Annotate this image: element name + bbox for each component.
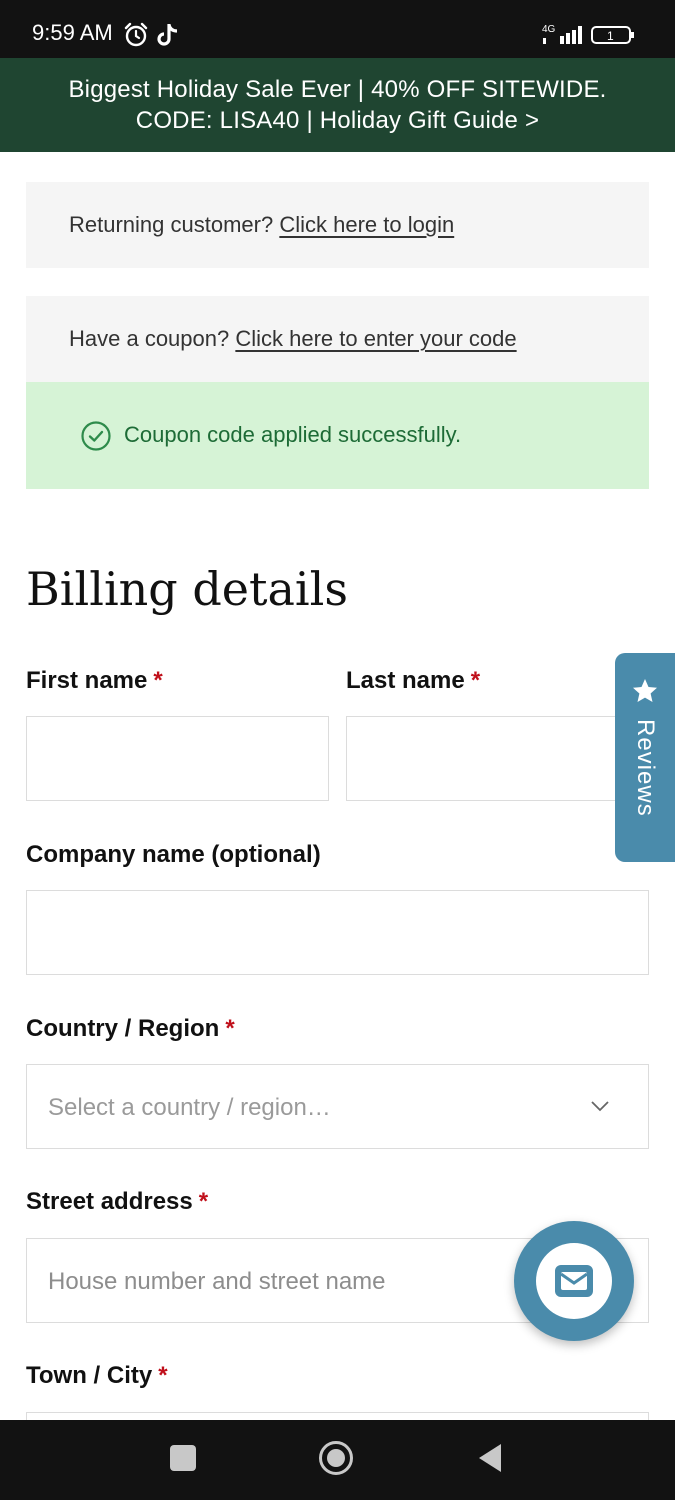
coupon-success-message: Coupon code applied successfully. [26,382,649,489]
tiktok-icon [157,24,178,46]
status-bar: 9:59 AM 4G 1 [0,0,675,58]
reviews-tab[interactable]: Reviews [615,653,675,862]
country-region-label-text: Country / Region [26,1015,220,1042]
coupon-text: Have a coupon? [69,326,230,351]
returning-customer-notice: Returning customer? Click here to login [26,182,649,268]
required-marker: * [225,1015,235,1042]
first-name-input[interactable] [26,716,329,801]
promo-banner[interactable]: Biggest Holiday Sale Ever | 40% OFF SITE… [0,58,675,152]
country-region-label: Country / Region * [26,1015,235,1043]
network-label: 4G [542,24,556,35]
country-placeholder: Select a country / region… [48,1094,331,1121]
battery-icon: 1 [591,26,634,44]
contact-chat-button[interactable] [514,1221,634,1341]
promo-line-2[interactable]: CODE: LISA40 | Holiday Gift Guide > [0,105,675,136]
first-name-label: First name * [26,667,163,695]
company-name-label: Company name (optional) [26,841,321,869]
required-marker: * [153,667,163,694]
envelope-icon [555,1265,593,1297]
billing-details-heading: Billing details [26,562,348,616]
reviews-label: Reviews [632,719,659,817]
town-city-label-text: Town / City [26,1362,153,1389]
alarm-icon [124,22,148,47]
promo-line-1: Biggest Holiday Sale Ever | 40% OFF SITE… [68,76,607,103]
recent-apps-icon[interactable] [170,1445,196,1471]
star-icon [633,679,657,702]
street-address-label: Street address * [26,1188,208,1216]
last-name-label-text: Last name [346,667,465,694]
coupon-notice: Have a coupon? Click here to enter your … [26,296,649,382]
street-placeholder: House number and street name [48,1268,386,1295]
town-city-label: Town / City * [26,1362,168,1390]
company-name-label-text: Company name (optional) [26,841,321,868]
first-name-label-text: First name [26,667,148,694]
home-icon[interactable] [317,1439,355,1477]
required-marker: * [198,1188,209,1215]
enter-coupon-link[interactable]: Click here to enter your code [235,326,516,351]
system-navigation-bar [0,1420,675,1500]
country-region-select[interactable]: Select a country / region… [26,1064,649,1149]
chat-button-inner [536,1243,612,1319]
chevron-down-icon [591,1101,609,1112]
status-time: 9:59 AM [32,20,113,45]
required-marker: * [158,1362,168,1389]
check-circle-icon [81,421,111,451]
last-name-label: Last name * [346,667,480,695]
signal-icon: 4G [542,24,582,44]
battery-level: 1 [607,29,614,43]
street-address-label-text: Street address [26,1188,193,1215]
last-name-input[interactable] [346,716,649,801]
required-marker: * [470,667,481,694]
returning-customer-text: Returning customer? [69,212,274,237]
login-link[interactable]: Click here to login [279,212,454,237]
company-name-input[interactable] [26,890,649,975]
success-text: Coupon code applied successfully. [124,422,462,447]
back-icon[interactable] [475,1442,503,1474]
